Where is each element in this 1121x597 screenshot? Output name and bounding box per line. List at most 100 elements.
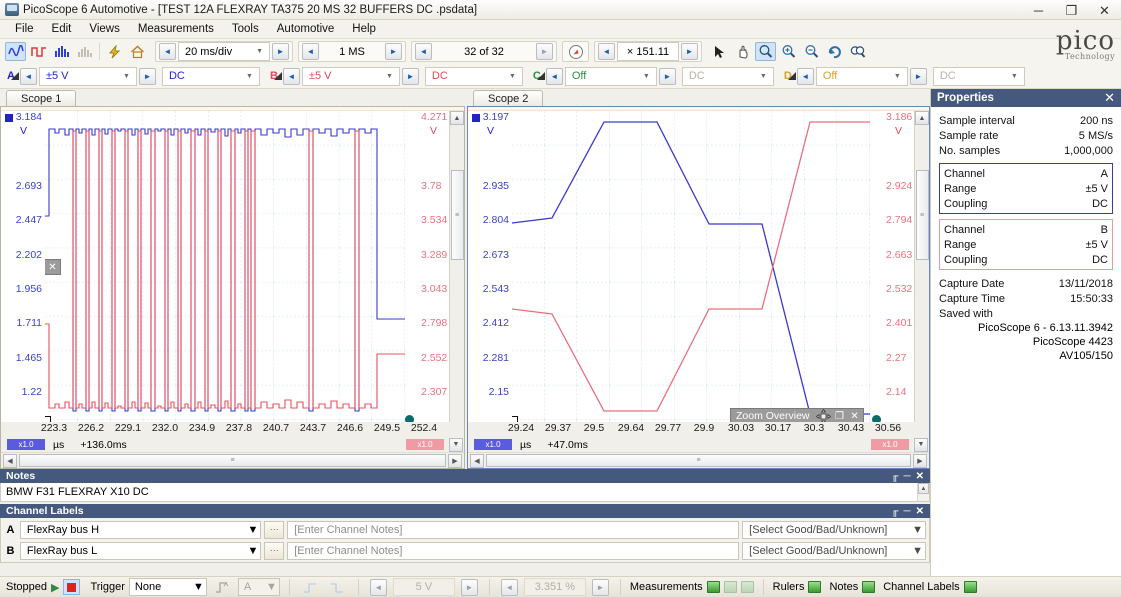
trigger-mode-combo[interactable]: None ▼ xyxy=(128,578,207,596)
channel-b-offset-handle[interactable] xyxy=(872,415,881,422)
scope-1-zoom-overview-box[interactable]: Z ❐ ✕ xyxy=(45,259,62,275)
channel-c-range-prev[interactable]: ◄ xyxy=(545,67,563,85)
channel-b-letter[interactable]: B xyxy=(267,70,282,82)
scroll-down-button[interactable]: ▼ xyxy=(914,437,928,452)
channel-a-label-more-button[interactable]: ⋯ xyxy=(264,520,285,539)
zoom-overview-icon[interactable] xyxy=(847,42,868,61)
pin-icon[interactable]: ╓ xyxy=(891,506,898,517)
spectrum-mode-icon[interactable] xyxy=(28,42,49,61)
timebase-prev-button[interactable]: ◄ xyxy=(159,43,176,60)
channel-b-verdict-combo[interactable]: [Select Good/Bad/Unknown] ▼ xyxy=(742,541,926,560)
channel-b-label-more-button[interactable]: ⋯ xyxy=(264,541,285,560)
scope-1-vertical-scrollbar[interactable]: ▲ ≡ xyxy=(449,111,464,422)
scroll-up-button[interactable]: ▲ xyxy=(915,111,929,125)
play-button[interactable]: ▶ xyxy=(51,581,59,594)
minimize-icon[interactable]: ─ xyxy=(904,471,911,482)
channel-a-marker-icon[interactable] xyxy=(5,114,13,122)
scroll-up-button[interactable]: ▲ xyxy=(918,483,929,494)
quick-guide-icon[interactable] xyxy=(104,42,125,61)
trigger-percent-next[interactable]: ► xyxy=(591,578,609,596)
channel-a-range-prev[interactable]: ◄ xyxy=(19,67,37,85)
scope-2-vertical-scrollbar[interactable]: ▲ ≡ xyxy=(914,111,929,422)
channel-c-range-combo[interactable]: Off ▼ xyxy=(564,66,657,86)
trigger-level-prev[interactable]: ◄ xyxy=(369,578,387,596)
zoom-factor-next-button[interactable]: ► xyxy=(681,43,698,60)
scope-2-mag-left[interactable]: x1.0 xyxy=(474,439,512,450)
hand-pan-icon[interactable] xyxy=(732,42,753,61)
menu-item-edit[interactable]: Edit xyxy=(43,21,81,37)
notes-scrollbar[interactable]: ▲ xyxy=(917,483,929,501)
notes-text-area[interactable]: BMW F31 FLEXRAY X10 DC ▲ xyxy=(0,483,930,502)
samples-prev-button[interactable]: ◄ xyxy=(302,43,319,60)
channel-b-offset-handle[interactable] xyxy=(405,415,414,422)
channel-a-notes-input[interactable]: [Enter Channel Notes] xyxy=(287,520,740,539)
zoom-factor-value[interactable]: × 151.11 xyxy=(617,42,679,61)
buffer-prev-button[interactable]: ◄ xyxy=(415,43,432,60)
tab-scope-1[interactable]: Scope 1 xyxy=(6,90,77,106)
menu-item-views[interactable]: Views xyxy=(80,21,128,37)
timebase-next-button[interactable]: ► xyxy=(272,43,289,60)
tab-scope-2[interactable]: Scope 2 xyxy=(473,90,544,106)
minimize-icon[interactable]: ─ xyxy=(904,506,911,517)
channel-a-label-combo[interactable]: FlexRay bus H ▼ xyxy=(19,520,262,539)
scope-2-mag-right[interactable]: x1.0 xyxy=(871,439,909,450)
undo-zoom-icon[interactable] xyxy=(824,42,845,61)
menu-item-tools[interactable]: Tools xyxy=(223,21,268,37)
samples-value[interactable]: 1 MS xyxy=(321,42,383,61)
channel-b-notes-input[interactable]: [Enter Channel Notes] xyxy=(287,541,740,560)
zoom-in-icon[interactable] xyxy=(778,42,799,61)
menu-item-measurements[interactable]: Measurements xyxy=(129,21,223,37)
scroll-thumb[interactable]: ≡ xyxy=(19,454,446,467)
scope-2-horizontal-scrollbar[interactable]: ◀ ≡ ▶ xyxy=(468,452,929,468)
timebase-combo[interactable]: 20 ms/div ▼ xyxy=(178,42,270,61)
scope-1-horizontal-scrollbar[interactable]: ◀ ≡ ▶ xyxy=(1,452,464,468)
properties-close-button[interactable]: ✕ xyxy=(1104,90,1115,106)
scroll-right-button[interactable]: ▶ xyxy=(913,453,927,468)
zoom-overview-close-button[interactable]: ✕ xyxy=(849,411,861,422)
channel-d-range-prev[interactable]: ◄ xyxy=(796,67,814,85)
add-measurement-icon[interactable] xyxy=(706,581,720,593)
minimize-button[interactable]: ─ xyxy=(1022,0,1055,20)
channel-a-verdict-combo[interactable]: [Select Good/Bad/Unknown] ▼ xyxy=(742,520,926,539)
channel-b-range-prev[interactable]: ◄ xyxy=(282,67,300,85)
buffer-value[interactable]: 32 of 32 xyxy=(434,42,534,61)
scroll-thumb[interactable]: ≡ xyxy=(486,454,911,467)
channel-d-range-next[interactable]: ► xyxy=(909,67,927,85)
close-icon[interactable]: ✕ xyxy=(916,471,924,482)
channel-c-range-next[interactable]: ► xyxy=(658,67,676,85)
close-button[interactable]: ✕ xyxy=(1088,0,1121,20)
channel-d-letter[interactable]: D xyxy=(781,70,796,82)
samples-next-button[interactable]: ► xyxy=(385,43,402,60)
scroll-up-button[interactable]: ▲ xyxy=(450,111,464,125)
scroll-thumb[interactable]: ≡ xyxy=(915,170,929,260)
maximize-button[interactable]: ❐ xyxy=(1055,0,1088,20)
persistence-mode-icon[interactable] xyxy=(51,42,72,61)
channel-labels-icon[interactable] xyxy=(963,581,977,593)
trigger-level-next[interactable]: ► xyxy=(460,578,478,596)
channel-a-marker-icon[interactable] xyxy=(472,114,480,122)
stop-button[interactable] xyxy=(63,579,81,595)
scope-2-zoom-overview-box[interactable]: Zoom Overview ❐ ✕ xyxy=(730,408,864,422)
rulers-icon[interactable] xyxy=(808,581,822,593)
scroll-left-button[interactable]: ◀ xyxy=(3,453,17,468)
channel-a-range-combo[interactable]: ±5 V ▼ xyxy=(38,66,137,86)
home-icon[interactable] xyxy=(127,42,148,61)
menu-item-automotive[interactable]: Automotive xyxy=(268,21,344,37)
scope-2-plot[interactable]: Zoom Overview ❐ ✕ xyxy=(512,111,883,422)
zoom-select-icon[interactable] xyxy=(755,42,776,61)
buffer-next-button[interactable]: ► xyxy=(536,43,553,60)
close-icon[interactable]: ✕ xyxy=(916,506,924,517)
compass-icon[interactable] xyxy=(565,42,586,61)
zoom-overview-restore-button[interactable]: ❐ xyxy=(834,411,846,422)
channel-b-coupling-combo[interactable]: DC ▼ xyxy=(424,66,523,86)
menu-item-file[interactable]: File xyxy=(6,21,43,37)
scroll-down-button[interactable]: ▼ xyxy=(449,437,463,452)
channel-a-range-next[interactable]: ► xyxy=(138,67,156,85)
channel-a-letter[interactable]: A xyxy=(4,70,19,82)
scope-1-mag-right[interactable]: x1.0 xyxy=(406,439,444,450)
scope-mode-icon[interactable] xyxy=(5,42,26,61)
trigger-percent-prev[interactable]: ◄ xyxy=(500,578,518,596)
channel-c-letter[interactable]: C xyxy=(530,70,545,82)
zoom-factor-prev-button[interactable]: ◄ xyxy=(598,43,615,60)
pointer-icon[interactable] xyxy=(709,42,730,61)
